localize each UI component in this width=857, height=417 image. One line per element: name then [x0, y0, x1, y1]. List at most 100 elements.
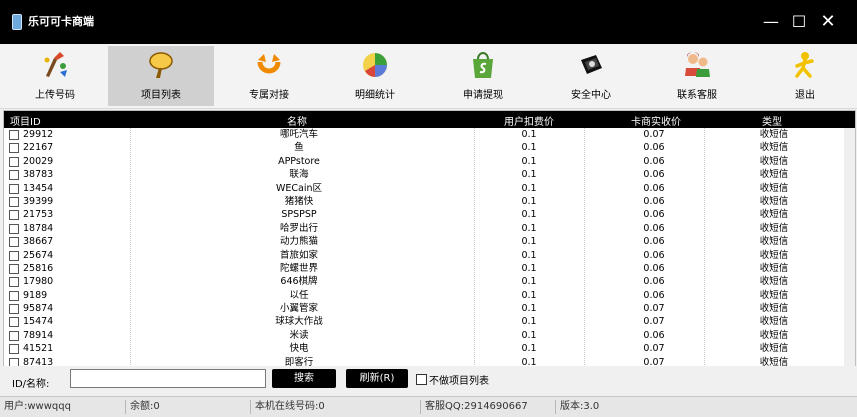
- table-row[interactable]: 39399 猪猪快 0.1 0.06 收短信: [4, 195, 855, 208]
- tool-label: 专属对接: [249, 90, 289, 101]
- status-online: 本机在线号码:0: [250, 400, 415, 414]
- header-cost[interactable]: 卡商实收价: [631, 113, 681, 128]
- cell-price: 0.1: [521, 236, 537, 248]
- cell-id: 25816: [23, 262, 54, 274]
- table-row[interactable]: 41521 快电 0.1 0.07 收短信: [4, 342, 855, 355]
- row-checkbox[interactable]: [9, 196, 19, 207]
- row-checkbox[interactable]: [9, 263, 19, 274]
- cell-cost: 0.07: [643, 303, 665, 315]
- table-row[interactable]: 38783 联海 0.1 0.06 收短信: [4, 168, 855, 181]
- app-window: 乐可可卡商端 — ☐ ✕ 上传号码 项目列表 专属对接 明细统计 申请提现 安全…: [0, 0, 857, 417]
- table-row[interactable]: 15474 球球大作战 0.1 0.07 收短信: [4, 315, 855, 328]
- table-row[interactable]: 78914 米读 0.1 0.06 收短信: [4, 329, 855, 342]
- cell-id: 13454: [23, 182, 54, 194]
- cell-cost: 0.06: [643, 249, 665, 261]
- cell-cost: 0.06: [643, 329, 665, 341]
- tool-label: 明细统计: [355, 90, 395, 101]
- minimize-button[interactable]: —: [758, 8, 784, 36]
- table-row[interactable]: 29912 哪吒汽车 0.1 0.07 收短信: [4, 128, 855, 141]
- tool-upload[interactable]: 上传号码: [2, 46, 108, 106]
- table-row[interactable]: 22167 鱼 0.1 0.06 收短信: [4, 141, 855, 154]
- cell-name: 联海: [289, 169, 309, 181]
- row-checkbox[interactable]: [9, 183, 19, 194]
- cell-id: 38783: [23, 169, 54, 181]
- cell-cost: 0.06: [643, 142, 665, 154]
- cell-type: 收短信: [759, 129, 789, 140]
- tool-support[interactable]: 联系客服: [644, 46, 750, 106]
- security-icon: [581, 55, 602, 74]
- table-row[interactable]: 95874 小翼管家 0.1 0.07 收短信: [4, 302, 855, 315]
- search-label: ID/名称:: [12, 379, 50, 390]
- row-checkbox[interactable]: [9, 156, 19, 167]
- row-checkbox[interactable]: [9, 223, 19, 234]
- tool-project-list[interactable]: 项目列表: [108, 46, 214, 106]
- table-row[interactable]: 17980 646棋牌 0.1 0.06 收短信: [4, 275, 855, 288]
- row-checkbox[interactable]: [9, 330, 19, 341]
- row-checkbox[interactable]: [9, 304, 19, 315]
- table-row[interactable]: 18784 哈罗出行 0.1 0.06 收短信: [4, 222, 855, 235]
- row-checkbox[interactable]: [9, 143, 19, 154]
- cell-cost: 0.06: [643, 182, 665, 194]
- shopify-bag-icon: [473, 52, 493, 78]
- cell-name: SPSPSP: [281, 209, 317, 221]
- tool-security[interactable]: 安全中心: [538, 46, 644, 106]
- row-checkbox[interactable]: [9, 210, 19, 221]
- checkbox[interactable]: [416, 374, 427, 385]
- tool-label: 上传号码: [35, 90, 75, 101]
- cell-name: 首旅如家: [279, 249, 318, 261]
- close-button[interactable]: ✕: [815, 8, 841, 36]
- maximize-button[interactable]: ☐: [786, 8, 812, 36]
- cell-price: 0.1: [521, 155, 537, 167]
- cell-cost: 0.06: [643, 289, 665, 301]
- cell-cost: 0.06: [643, 276, 665, 288]
- toolbar: 上传号码 项目列表 专属对接 明细统计 申请提现 安全中心 联系客服 退出: [0, 44, 857, 109]
- cell-name: WECain区: [275, 182, 322, 194]
- tool-stats[interactable]: 明细统计: [322, 46, 428, 106]
- cell-price: 0.1: [521, 329, 537, 341]
- header-price[interactable]: 用户扣费价: [504, 113, 554, 128]
- cell-id: 21753: [23, 209, 54, 221]
- table-body: 29912 哪吒汽车 0.1 0.07 收短信 22167 鱼 0.1 0.06 收短信 20029…: [4, 128, 855, 367]
- upload-icon: [44, 52, 67, 77]
- project-table: 项目ID 名称 用户扣费价 卡商实收价 类型 29912 哪吒汽车 0.1 0.07 收…: [3, 110, 856, 368]
- table-row[interactable]: 21753 SPSPSP 0.1 0.06 收短信: [4, 208, 855, 221]
- tool-withdraw[interactable]: 申请提现: [430, 46, 536, 106]
- row-checkbox[interactable]: [9, 277, 19, 288]
- search-button[interactable]: 搜索: [272, 369, 336, 388]
- row-checkbox[interactable]: [9, 290, 19, 301]
- refresh-button[interactable]: 刷新(R): [346, 369, 408, 388]
- table-row[interactable]: 13454 WECain区 0.1 0.06 收短信: [4, 182, 855, 195]
- row-checkbox[interactable]: [9, 130, 19, 140]
- cell-id: 41521: [23, 343, 54, 355]
- header-name[interactable]: 名称: [287, 113, 307, 128]
- row-checkbox[interactable]: [9, 237, 19, 248]
- cell-price: 0.1: [521, 222, 537, 234]
- row-checkbox[interactable]: [9, 317, 19, 328]
- tool-label: 退出: [795, 90, 815, 101]
- cell-name: 哈罗出行: [279, 222, 318, 234]
- row-checkbox[interactable]: [9, 170, 19, 181]
- tool-dedicated[interactable]: 专属对接: [216, 46, 322, 106]
- vertical-scrollbar[interactable]: [844, 128, 855, 367]
- table-row[interactable]: 20029 APPstore 0.1 0.06 收短信: [4, 155, 855, 168]
- table-row[interactable]: 25674 首旅如家 0.1 0.06 收短信: [4, 249, 855, 262]
- cell-cost: 0.06: [643, 222, 665, 234]
- header-id[interactable]: 项目ID: [10, 113, 41, 128]
- row-checkbox[interactable]: [9, 250, 19, 261]
- row-checkbox[interactable]: [9, 344, 19, 355]
- cell-name: 小翼管家: [279, 303, 318, 315]
- table-row[interactable]: 38667 动力熊猫 0.1 0.06 收短信: [4, 235, 855, 248]
- cell-type: 收短信: [759, 289, 789, 301]
- header-type[interactable]: 类型: [762, 113, 782, 128]
- table-row[interactable]: 9189 以任 0.1 0.06 收短信: [4, 289, 855, 302]
- tool-exit[interactable]: 退出: [752, 46, 857, 106]
- no-list-label: 不做项目列表: [429, 376, 489, 387]
- cell-id: 20029: [23, 155, 54, 167]
- cell-id: 78914: [23, 329, 54, 341]
- search-input[interactable]: [70, 369, 266, 388]
- table-row[interactable]: 25816 陀螺世界 0.1 0.06 收短信: [4, 262, 855, 275]
- cell-type: 收短信: [759, 303, 789, 315]
- cell-type: 收短信: [759, 155, 789, 167]
- no-list-checkbox[interactable]: 不做项目列表: [416, 372, 489, 387]
- tool-label: 安全中心: [571, 90, 611, 101]
